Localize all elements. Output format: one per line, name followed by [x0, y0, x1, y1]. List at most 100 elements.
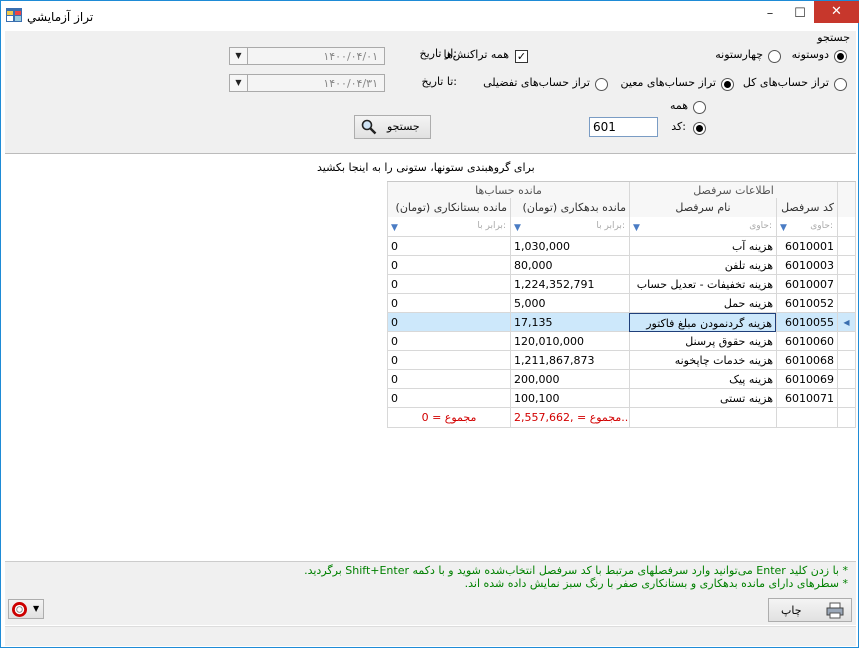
- table-row[interactable]: 0 100,100 هزینه تستی 6010071: [387, 389, 856, 408]
- row-indicator[interactable]: [837, 237, 856, 256]
- filter-code-label: حاوی:: [810, 221, 833, 231]
- two-column-radio[interactable]: [834, 50, 847, 63]
- cell-code[interactable]: 6010068: [776, 351, 837, 370]
- two-column-label: دوستونه: [791, 48, 829, 61]
- cell-name[interactable]: هزینه پیک: [629, 370, 776, 389]
- maximize-button[interactable]: ☐: [787, 3, 813, 25]
- cell-code[interactable]: 6010003: [776, 256, 837, 275]
- cell-debit[interactable]: 120,010,000: [510, 332, 629, 351]
- cell-debit[interactable]: 1,211,867,873: [510, 351, 629, 370]
- cell-name[interactable]: هزینه آب: [629, 237, 776, 256]
- table-row[interactable]: 0 17,135 هزینه گردنمودن مبلغ فاکتور 6010055…: [387, 313, 856, 332]
- table-row[interactable]: 0 1,224,352,791 هزینه تخفیفات - تعدیل حساب…: [387, 275, 856, 294]
- table-row[interactable]: 0 5,000 هزینه حمل 6010052: [387, 294, 856, 313]
- row-indicator[interactable]: [837, 294, 856, 313]
- row-indicator[interactable]: [837, 256, 856, 275]
- code-input[interactable]: 601: [589, 117, 658, 137]
- specific-accounts-radio[interactable]: [721, 78, 734, 91]
- note-zero-rows: * سطرهای دارای مانده بدهکاری و بستانکاری…: [464, 577, 848, 590]
- cell-credit[interactable]: 0: [387, 332, 510, 351]
- cell-debit[interactable]: 80,000: [510, 256, 629, 275]
- from-date-value: ۱۴۰۰/۰۴/۰۱: [323, 50, 378, 63]
- cell-name[interactable]: هزینه تخفیفات - تعدیل حساب: [629, 275, 776, 294]
- chevron-down-icon[interactable]: ▼: [230, 75, 248, 91]
- to-date-value: ۱۴۰۰/۰۴/۳۱: [323, 77, 378, 90]
- filter-code[interactable]: ▼ حاوی:: [776, 217, 837, 236]
- all-transactions-checkbox[interactable]: ✓: [515, 50, 528, 63]
- cell-credit[interactable]: 0: [387, 294, 510, 313]
- cell-credit[interactable]: 0: [387, 237, 510, 256]
- filter-name-label: حاوی:: [749, 221, 772, 231]
- row-indicator[interactable]: [837, 370, 856, 389]
- cell-debit[interactable]: 200,000: [510, 370, 629, 389]
- all-codes-radio[interactable]: [693, 101, 706, 114]
- filter-icon[interactable]: ▼: [514, 223, 521, 233]
- detail-accounts-radio[interactable]: [595, 78, 608, 91]
- filter-name[interactable]: ▼ حاوی:: [629, 217, 776, 236]
- cell-code[interactable]: 6010001: [776, 237, 837, 256]
- col-debit-header[interactable]: مانده بدهکاری (تومان): [510, 198, 629, 217]
- cell-debit[interactable]: 1,030,000: [510, 237, 629, 256]
- cell-credit[interactable]: 0: [387, 389, 510, 408]
- cell-credit[interactable]: 0: [387, 370, 510, 389]
- cell-code[interactable]: 6010007: [776, 275, 837, 294]
- cell-code[interactable]: 6010055: [776, 313, 837, 332]
- code-radio[interactable]: [693, 122, 706, 135]
- current-row-indicator-icon[interactable]: ◀: [837, 313, 856, 332]
- col-code-header[interactable]: کد سرفصل: [776, 198, 837, 217]
- cell-debit[interactable]: 17,135: [510, 313, 629, 332]
- cell-code[interactable]: 6010071: [776, 389, 837, 408]
- cell-debit[interactable]: 100,100: [510, 389, 629, 408]
- cell-name[interactable]: هزینه تستی: [629, 389, 776, 408]
- filter-icon[interactable]: ▼: [391, 223, 398, 233]
- to-date-picker[interactable]: ▼ ۱۴۰۰/۰۴/۳۱: [229, 74, 385, 92]
- cell-debit[interactable]: 5,000: [510, 294, 629, 313]
- filter-icon[interactable]: ▼: [780, 223, 787, 233]
- detail-accounts-label: تراز حساب‌های تفضیلی: [483, 76, 590, 89]
- cell-credit[interactable]: 0: [387, 313, 510, 332]
- cell-code[interactable]: 6010069: [776, 370, 837, 389]
- cell-debit[interactable]: 1,224,352,791: [510, 275, 629, 294]
- total-accounts-label: تراز حساب‌های کل: [742, 76, 829, 89]
- cell-credit[interactable]: 0: [387, 275, 510, 294]
- col-credit-header[interactable]: مانده بستانکاری (تومان): [387, 198, 510, 217]
- four-column-label: چهارستونه: [715, 48, 763, 61]
- minimize-button[interactable]: –: [757, 3, 783, 25]
- print-button-label: چاپ: [781, 604, 802, 617]
- table-row[interactable]: 0 1,211,867,873 هزینه خدمات چاپخونه 6010068: [387, 351, 856, 370]
- filter-credit[interactable]: ▼ برابر با:: [387, 217, 510, 236]
- table-row[interactable]: 0 80,000 هزینه تلفن 6010003: [387, 256, 856, 275]
- print-button[interactable]: چاپ: [768, 598, 852, 622]
- chevron-down-icon[interactable]: ▼: [33, 604, 39, 613]
- search-button[interactable]: جستجو: [354, 115, 431, 139]
- row-indicator[interactable]: [837, 275, 856, 294]
- cell-code[interactable]: 6010060: [776, 332, 837, 351]
- filter-debit-label: برابر با:: [596, 221, 625, 231]
- help-dropdown-button[interactable]: ▼: [8, 599, 44, 619]
- row-indicator[interactable]: [837, 389, 856, 408]
- cell-name[interactable]: هزینه گردنمودن مبلغ فاکتور: [629, 313, 776, 332]
- table-row[interactable]: 0 120,010,000 هزینه حقوق پرسنل 6010060: [387, 332, 856, 351]
- filter-icon[interactable]: ▼: [633, 223, 640, 233]
- from-date-picker[interactable]: ▼ ۱۴۰۰/۰۴/۰۱: [229, 47, 385, 65]
- cell-name[interactable]: هزینه تلفن: [629, 256, 776, 275]
- total-debit: مجموع = ,2,557,662...: [510, 408, 629, 427]
- table-row[interactable]: 0 1,030,000 هزینه آب 6010001: [387, 237, 856, 256]
- cell-name[interactable]: هزینه حقوق پرسنل: [629, 332, 776, 351]
- row-indicator[interactable]: [837, 332, 856, 351]
- cell-name[interactable]: هزینه خدمات چاپخونه: [629, 351, 776, 370]
- cell-name[interactable]: هزینه حمل: [629, 294, 776, 313]
- cell-credit[interactable]: 0: [387, 256, 510, 275]
- cell-code[interactable]: 6010052: [776, 294, 837, 313]
- table-row[interactable]: 0 200,000 هزینه پیک 6010069: [387, 370, 856, 389]
- col-name-header[interactable]: نام سرفصل: [629, 198, 776, 217]
- close-button[interactable]: ✕: [814, 1, 859, 23]
- total-accounts-radio[interactable]: [834, 78, 847, 91]
- four-column-radio[interactable]: [768, 50, 781, 63]
- row-indicator[interactable]: [837, 351, 856, 370]
- filter-debit[interactable]: ▼ برابر با:: [510, 217, 629, 236]
- cell-credit[interactable]: 0: [387, 351, 510, 370]
- chevron-down-icon[interactable]: ▼: [230, 48, 248, 64]
- search-group-label: جستجو: [817, 31, 850, 44]
- total-credit: مجموع = 0: [387, 408, 510, 427]
